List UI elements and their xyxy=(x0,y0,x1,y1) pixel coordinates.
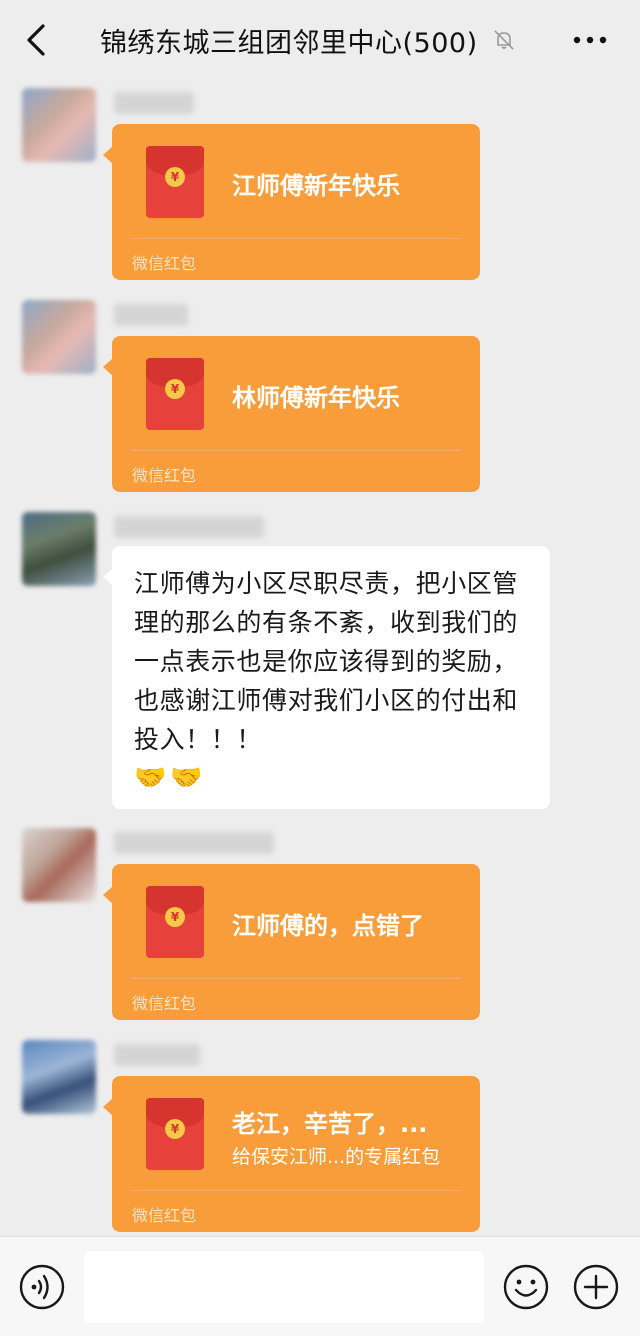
divider xyxy=(132,978,460,979)
plus-circle-icon xyxy=(573,1264,619,1310)
message-input[interactable] xyxy=(84,1251,484,1323)
divider xyxy=(132,238,460,239)
chat-area[interactable]: ¥ 江师傅新年快乐 微信红包 ¥ 林师傅新年快乐 微信红包 江师傅为小区尽职尽责… xyxy=(0,80,640,1236)
more-dots-icon xyxy=(573,36,607,44)
chat-title: 锦绣东城三组团邻里中心(500) xyxy=(100,27,478,59)
red-envelope-icon: ¥ xyxy=(146,358,204,430)
title-wrap: 锦绣东城三组团邻里中心(500) xyxy=(100,22,516,59)
packet-footer: 微信红包 xyxy=(132,466,197,485)
packet-subtitle: 给保安江师...的专属红包 xyxy=(232,1146,441,1168)
divider xyxy=(132,1190,460,1191)
input-bar xyxy=(0,1236,640,1336)
sender-name xyxy=(114,1044,200,1066)
chevron-left-icon xyxy=(27,24,45,56)
text-bubble[interactable]: 江师傅为小区尽职尽责，把小区管理的那么的有条不紊，收到我们的一点表示也是你应该得… xyxy=(103,546,550,809)
back-button[interactable] xyxy=(18,22,54,58)
packet-title: 老江，辛苦了，... xyxy=(232,1110,428,1138)
emoji-button[interactable] xyxy=(502,1263,550,1311)
avatar[interactable] xyxy=(22,512,96,586)
bell-off-icon xyxy=(494,30,514,50)
packet-title: 林师傅新年快乐 xyxy=(232,384,400,412)
divider xyxy=(132,450,460,451)
voice-button[interactable] xyxy=(18,1263,66,1311)
handshake-emoji: 🤝 xyxy=(170,763,203,793)
red-packet[interactable]: ¥ 江师傅新年快乐 微信红包 xyxy=(103,124,480,280)
red-packet[interactable]: ¥ 林师傅新年快乐 微信红包 xyxy=(103,336,480,492)
avatar[interactable] xyxy=(22,828,96,902)
avatar[interactable] xyxy=(22,300,96,374)
red-envelope-icon: ¥ xyxy=(146,146,204,218)
message-text: 江师傅为小区尽职尽责，把小区管理的那么的有条不紊，收到我们的一点表示也是你应该得… xyxy=(134,569,519,754)
packet-footer: 微信红包 xyxy=(132,1206,197,1225)
red-packet[interactable]: ¥ 江师傅的，点错了 微信红包 xyxy=(103,864,480,1020)
avatar[interactable] xyxy=(22,1040,96,1114)
packet-title: 江师傅的，点错了 xyxy=(232,912,424,940)
avatar[interactable] xyxy=(22,88,96,162)
red-envelope-icon: ¥ xyxy=(146,1098,204,1170)
red-packet[interactable]: ¥ 老江，辛苦了，... 给保安江师...的专属红包 微信红包 xyxy=(103,1076,480,1232)
voice-icon xyxy=(19,1264,65,1310)
more-button[interactable] xyxy=(570,22,610,58)
emoji-row: 🤝 🤝 xyxy=(134,763,530,793)
sender-name xyxy=(114,92,194,114)
packet-title: 江师傅新年快乐 xyxy=(232,172,400,200)
packet-footer: 微信红包 xyxy=(132,254,197,273)
plus-button[interactable] xyxy=(572,1263,620,1311)
packet-footer: 微信红包 xyxy=(132,994,197,1013)
red-envelope-icon: ¥ xyxy=(146,886,204,958)
smiley-icon xyxy=(503,1264,549,1310)
sender-name xyxy=(114,304,188,326)
handshake-emoji: 🤝 xyxy=(134,763,167,793)
sender-name xyxy=(114,832,274,854)
chat-header: 锦绣东城三组团邻里中心(500) xyxy=(0,0,640,80)
sender-name xyxy=(114,516,264,538)
